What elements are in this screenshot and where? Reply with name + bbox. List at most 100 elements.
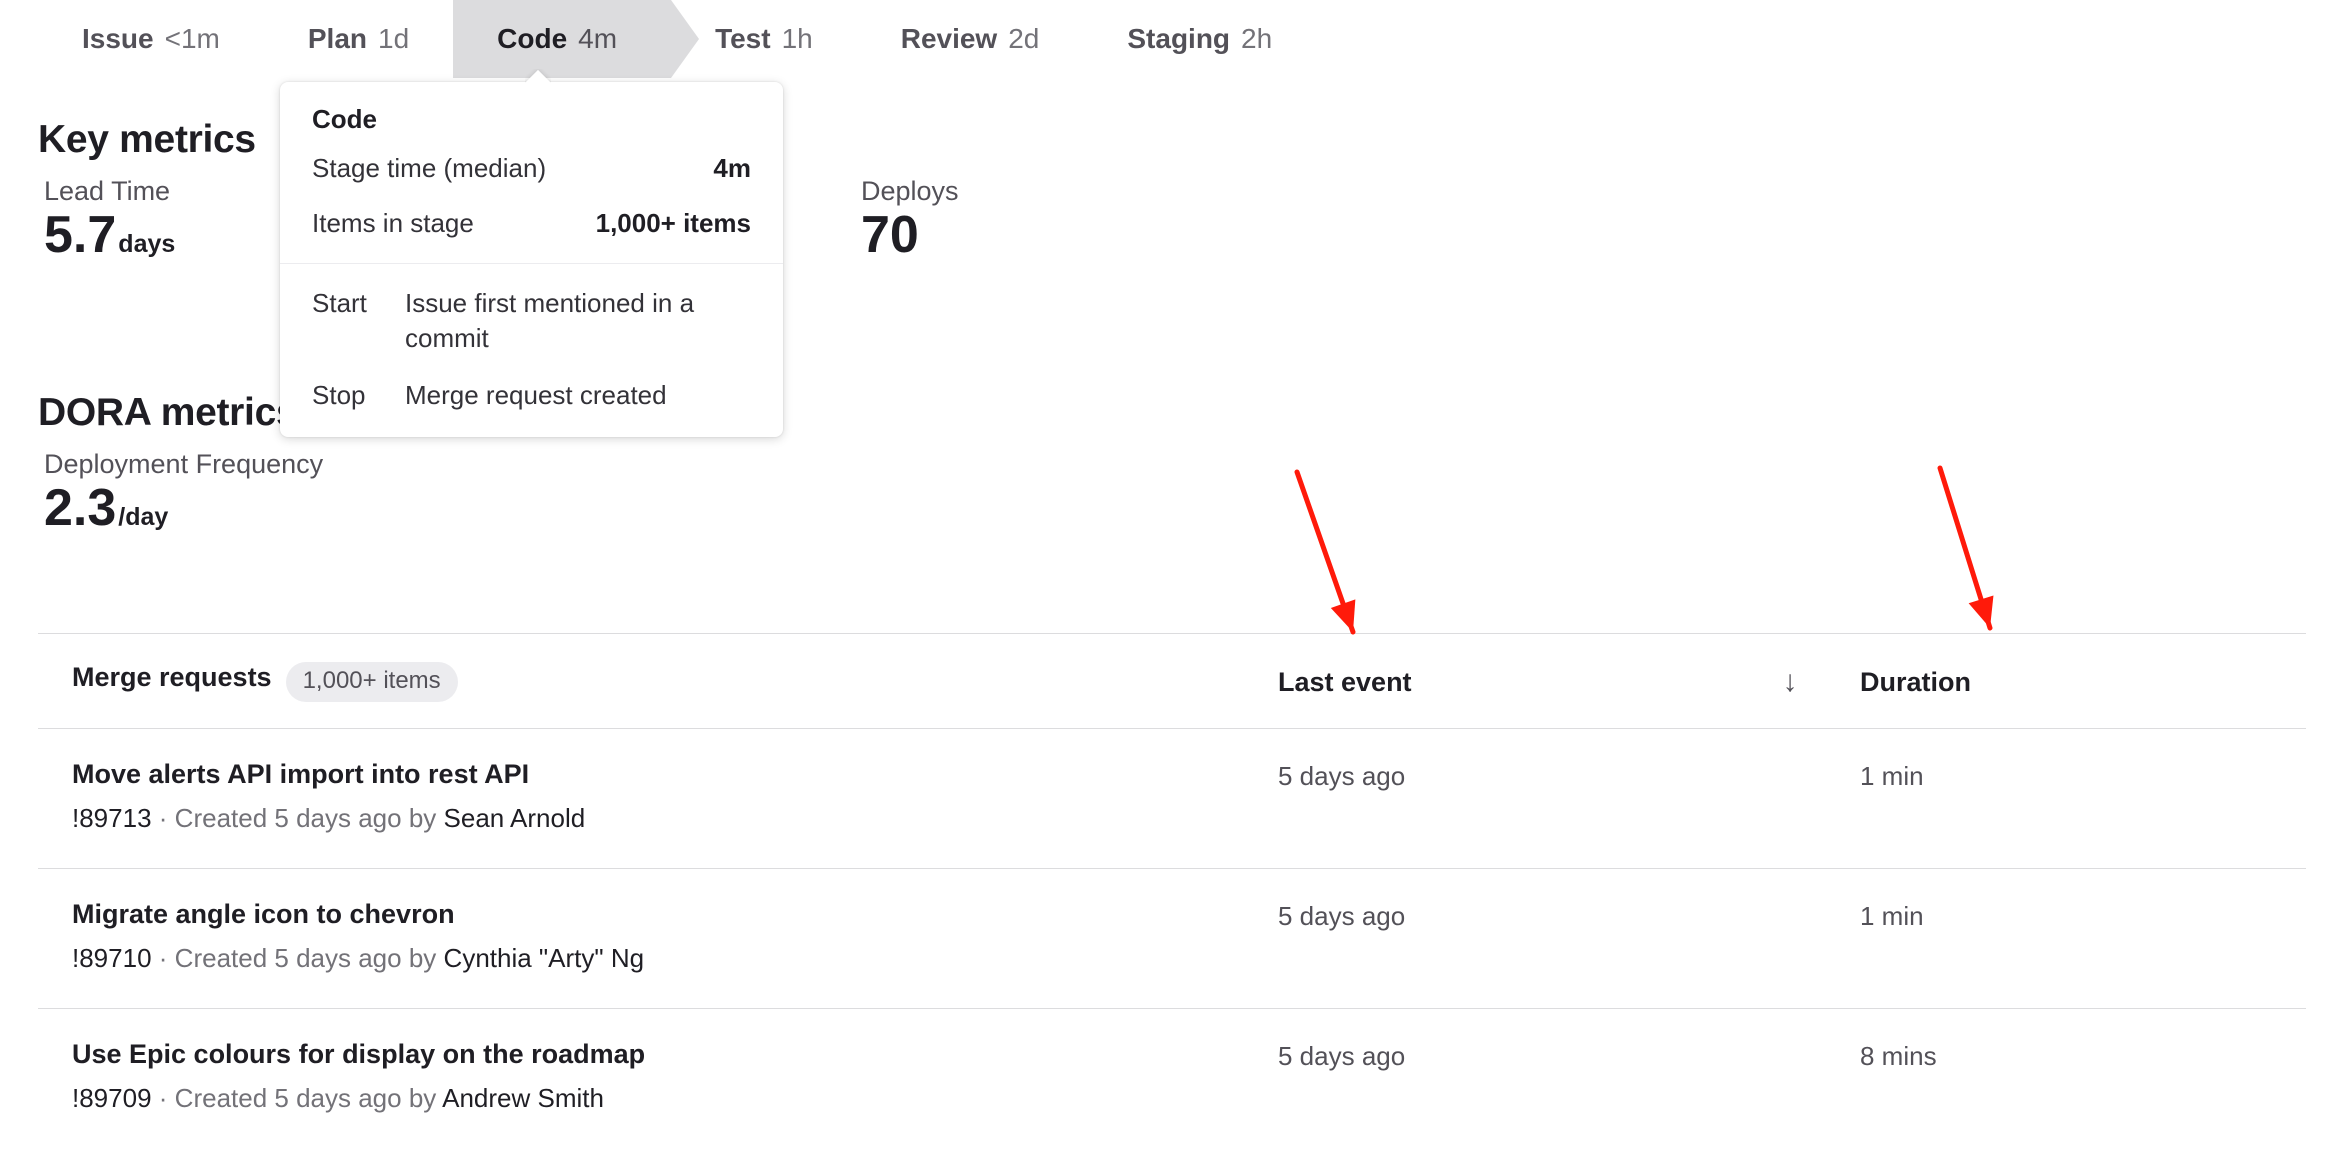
duration-value: 1 min: [1860, 761, 1924, 791]
lead-time-label: Lead Time: [44, 176, 171, 206]
meta-separator: ·: [158, 943, 168, 973]
metric-card-deployment-frequency: Deployment Frequency 2.3 /day: [44, 449, 323, 536]
stage-tab-name: Issue: [82, 23, 154, 54]
stage-tab-name: Staging: [1127, 23, 1231, 54]
meta-by-word: by: [408, 803, 437, 833]
stage-tab-plan[interactable]: Plan 1d: [264, 0, 453, 78]
stage-tab-time: 4m: [578, 23, 618, 54]
cell-duration: 8 mins: [1832, 1039, 2306, 1072]
popover-row-stage-time: Stage time (median) 4m: [312, 153, 751, 184]
merge-request-meta: !89710 · Created 5 days ago by Cynthia "…: [72, 943, 1278, 974]
merge-request-author[interactable]: Andrew Smith: [442, 1083, 604, 1113]
popover-title: Code: [312, 104, 377, 134]
last-event-value: 5 days ago: [1278, 901, 1406, 931]
dora-metrics-heading: DORA metrics: [38, 391, 298, 434]
metric-card-deploys: Deploys 70: [861, 176, 959, 263]
merge-request-title-link[interactable]: Use Epic colours for display on the road…: [72, 1039, 1278, 1070]
table-header-row: Merge requests 1,000+ items Last event ↓ …: [38, 633, 2306, 728]
arrow-to-last-event: [1294, 469, 1356, 635]
popover-row-items-in-stage: Items in stage 1,000+ items: [312, 208, 751, 239]
stage-tab-name: Review: [900, 23, 998, 54]
merge-request-created: Created 5 days ago: [174, 1083, 402, 1113]
deployment-frequency-value-group: 2.3 /day: [44, 480, 323, 536]
deployment-frequency-label: Deployment Frequency: [44, 449, 324, 479]
header-cell-last-event[interactable]: Last event: [1278, 667, 1748, 698]
popover-start-event: Start Issue first mentioned in a commit: [312, 286, 751, 356]
popover-stop-event: Stop Merge request created: [312, 378, 751, 413]
arrow-to-duration: [1937, 465, 1993, 631]
merge-requests-count-badge: 1,000+ items: [285, 662, 458, 702]
cell-last-event: 5 days ago: [1278, 759, 1748, 792]
stage-time-value: 4m: [713, 153, 751, 183]
stage-tab-staging[interactable]: Staging 2h: [1083, 0, 1316, 78]
cell-last-event: 5 days ago: [1278, 899, 1748, 932]
arrow-to-last-event-head: [1330, 599, 1356, 632]
cell-merge-request: Migrate angle icon to chevron !89710 · Cr…: [38, 899, 1278, 974]
start-label: Start: [312, 288, 367, 318]
table-row[interactable]: Use Epic colours for display on the road…: [38, 1008, 2306, 1148]
start-value: Issue first mentioned in a commit: [405, 288, 695, 354]
table-row[interactable]: Move alerts API import into rest API !897…: [38, 728, 2306, 868]
stage-tab-review[interactable]: Review 2d: [857, 0, 1084, 78]
stage-path-nav: Issue <1m Plan 1d Code 4m Test 1h Review 2d Stagin…: [0, 0, 1316, 78]
items-in-stage-label: Items in stage: [312, 208, 474, 238]
merge-request-created: Created 5 days ago: [174, 943, 402, 973]
duration-column-label: Duration: [1860, 666, 1971, 697]
meta-by-word: by: [408, 943, 437, 973]
stage-tab-code[interactable]: Code 4m: [453, 0, 699, 78]
stage-tab-time: 1h: [781, 23, 813, 54]
header-cell-merge-requests: Merge requests 1,000+ items: [38, 662, 1278, 702]
last-event-value: 5 days ago: [1278, 1041, 1406, 1071]
cell-merge-request: Move alerts API import into rest API !897…: [38, 759, 1278, 834]
merge-request-author[interactable]: Cynthia "Arty" Ng: [444, 943, 645, 973]
merge-request-iid[interactable]: !89709: [72, 1083, 152, 1113]
lead-time-unit: days: [118, 230, 176, 258]
stage-time-label: Stage time (median): [312, 153, 547, 183]
meta-separator: ·: [158, 803, 168, 833]
merge-request-iid[interactable]: !89713: [72, 803, 152, 833]
key-metrics-heading: Key metrics: [38, 118, 256, 161]
arrow-down-icon[interactable]: ↓: [1783, 667, 1798, 697]
stage-tab-test[interactable]: Test 1h: [671, 0, 857, 78]
stop-label: Stop: [312, 380, 366, 411]
popover-arrow-icon: [525, 69, 551, 83]
table-row[interactable]: Migrate angle icon to chevron !89710 · Cr…: [38, 868, 2306, 1008]
merge-request-meta: !89713 · Created 5 days ago by Sean Arno…: [72, 803, 1278, 834]
metric-card-lead-time: Lead Time 5.7 days: [44, 176, 175, 263]
items-in-stage-value: 1,000+ items: [595, 208, 751, 238]
duration-value: 8 mins: [1860, 1041, 1937, 1071]
lead-time-value: 5.7: [44, 206, 117, 264]
sort-direction-toggle[interactable]: ↓: [1748, 667, 1832, 697]
stage-tab-time: 1d: [378, 23, 410, 54]
cell-duration: 1 min: [1832, 899, 2306, 932]
cell-merge-request: Use Epic colours for display on the road…: [38, 1039, 1278, 1114]
meta-separator: ·: [158, 1083, 168, 1113]
stage-tab-time: <1m: [164, 23, 220, 54]
deploys-label: Deploys: [861, 176, 959, 206]
deployment-frequency-unit: /day: [118, 503, 169, 531]
stage-tab-time: 2h: [1241, 23, 1273, 54]
stage-tab-name: Plan: [307, 23, 367, 54]
merge-request-meta: !89709 · Created 5 days ago by Andrew Sm…: [72, 1083, 1278, 1114]
cell-duration: 1 min: [1832, 759, 2306, 792]
merge-request-iid[interactable]: !89710: [72, 943, 152, 973]
merge-request-title-link[interactable]: Move alerts API import into rest API: [72, 759, 1278, 790]
deploys-value: 70: [861, 206, 919, 264]
deployment-frequency-value: 2.3: [44, 479, 117, 537]
merge-request-title-link[interactable]: Migrate angle icon to chevron: [72, 899, 1278, 930]
stage-tab-name: Code: [497, 23, 568, 54]
merge-requests-column-label: Merge requests: [72, 662, 272, 693]
merge-request-created: Created 5 days ago: [174, 803, 402, 833]
stage-tab-name: Test: [715, 23, 771, 54]
meta-by-word: by: [408, 1083, 437, 1113]
arrow-to-duration-head: [1968, 595, 1994, 628]
last-event-value: 5 days ago: [1278, 761, 1406, 791]
cycle-analytics-page: Issue <1m Plan 1d Code 4m Test 1h Review 2d Stagin…: [0, 0, 2344, 1168]
cell-last-event: 5 days ago: [1278, 1039, 1748, 1072]
deploys-value-group: 70: [861, 207, 959, 263]
merge-request-author[interactable]: Sean Arnold: [444, 803, 586, 833]
last-event-column-label: Last event: [1278, 666, 1412, 697]
stage-tab-time: 2d: [1008, 23, 1040, 54]
header-cell-duration[interactable]: Duration: [1832, 667, 2306, 698]
stage-tab-issue[interactable]: Issue <1m: [38, 0, 264, 78]
